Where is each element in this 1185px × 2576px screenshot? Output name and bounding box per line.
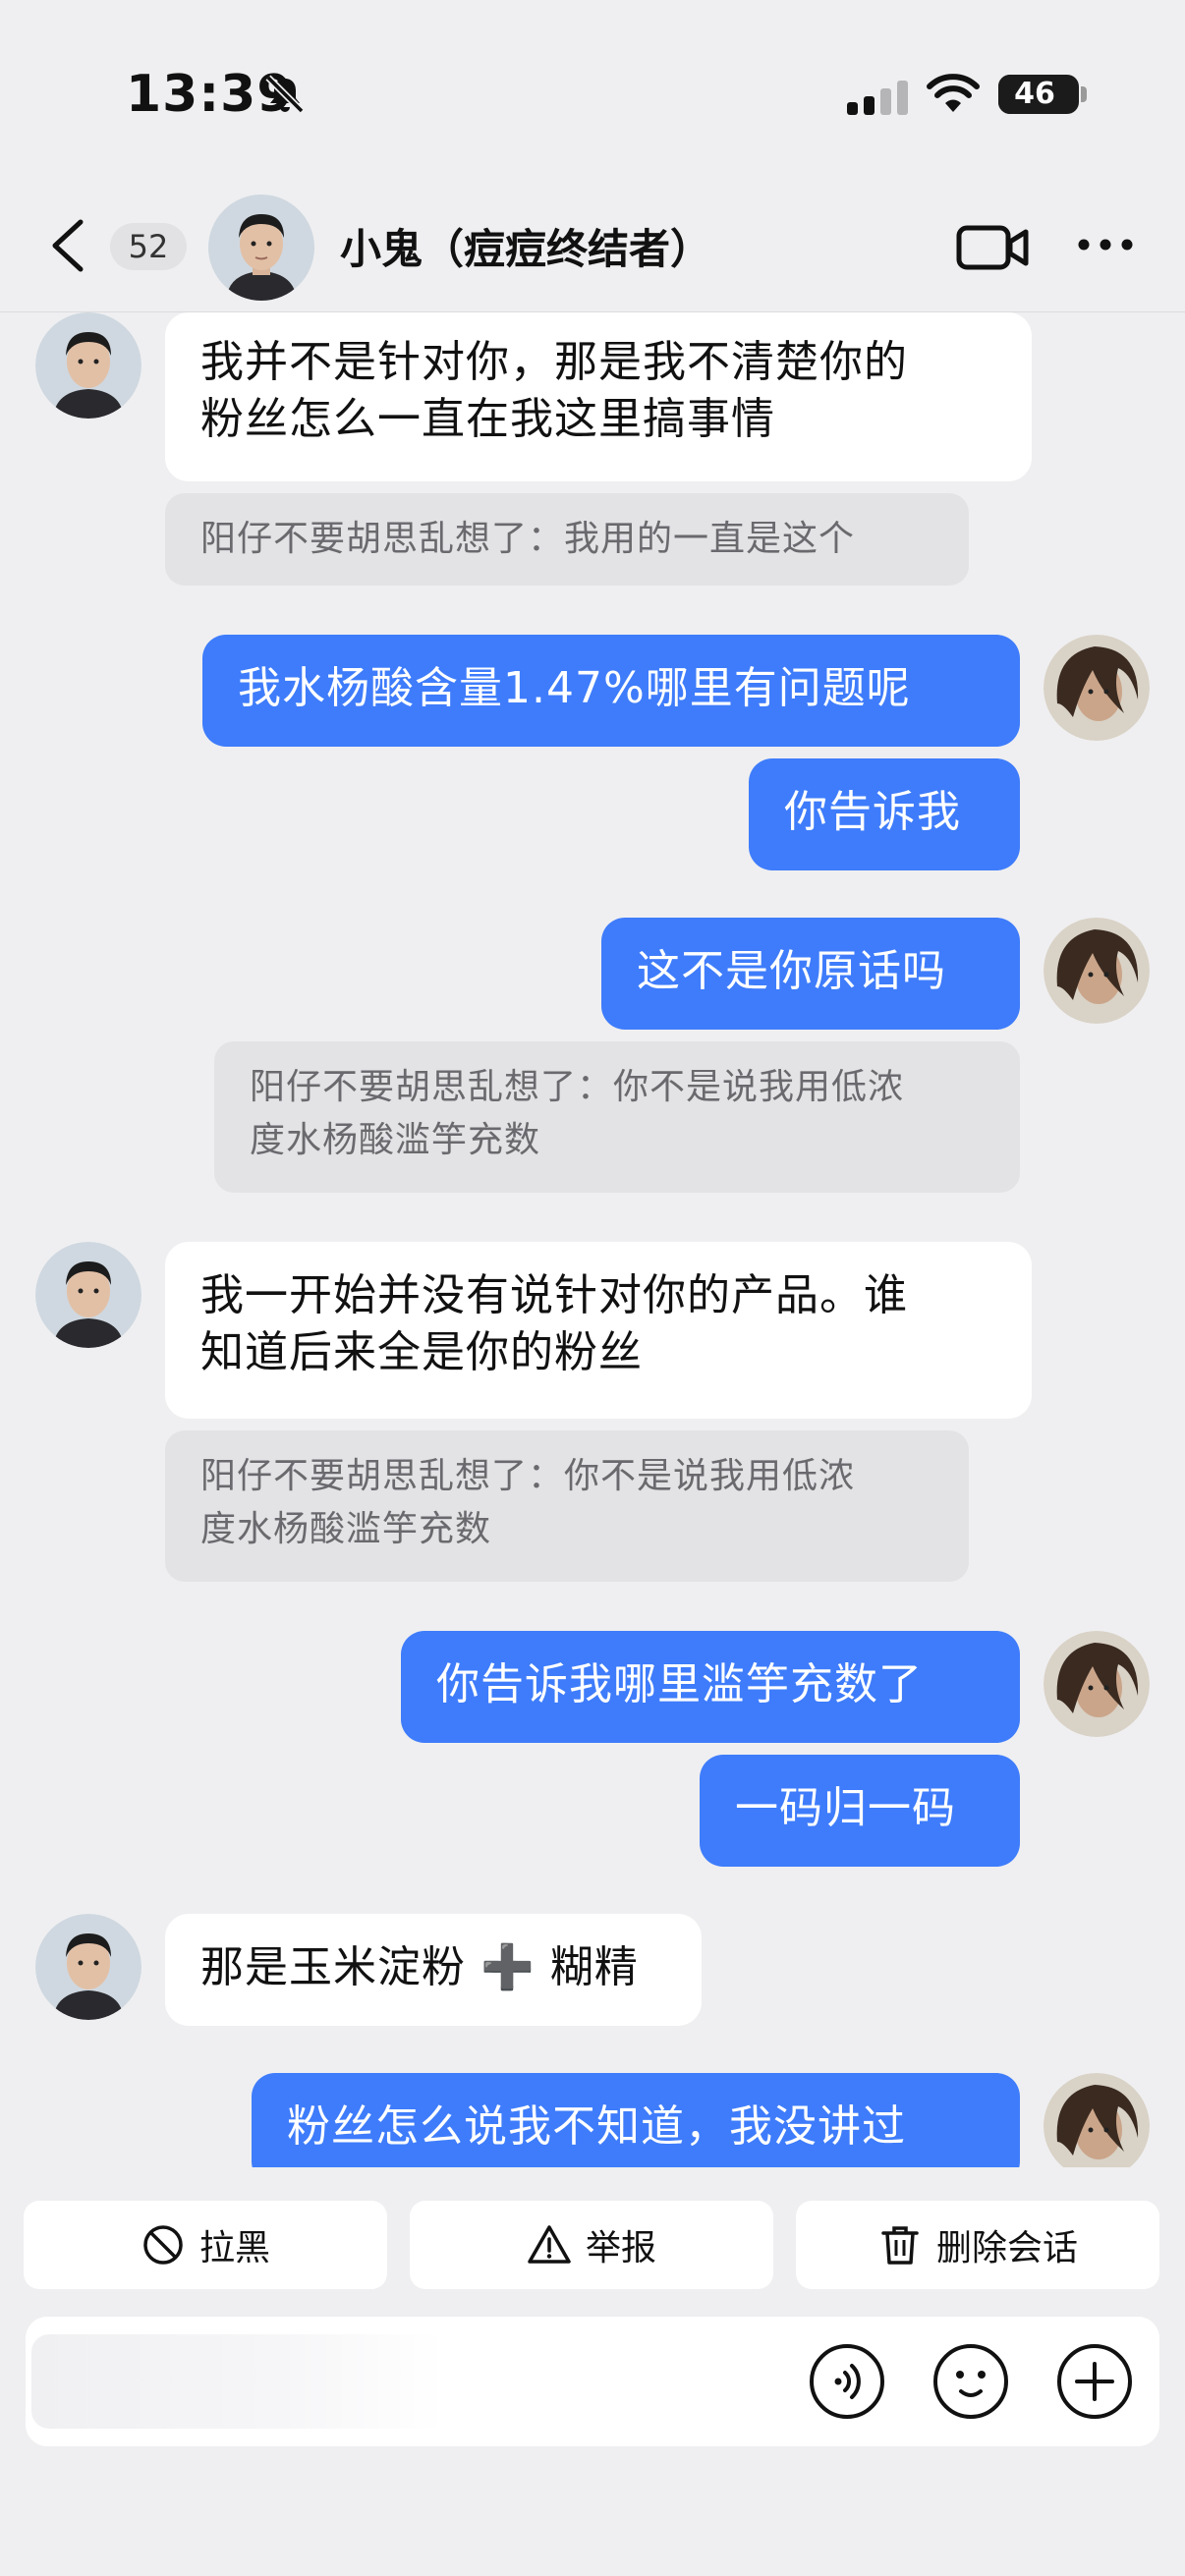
outgoing-message-bubble[interactable]: 粉丝怎么说我不知道，我没讲过 bbox=[252, 2073, 1020, 2167]
quote-line: 阳仔不要胡思乱想了：我用的一直是这个 bbox=[200, 519, 856, 559]
message-input-bar bbox=[26, 2317, 1159, 2446]
message-line: 你告诉我 bbox=[784, 787, 961, 837]
message-line: 粉丝怎么一直在我这里搞事情 bbox=[200, 394, 775, 444]
emoji-icon[interactable] bbox=[931, 2342, 1010, 2421]
signal-icon bbox=[847, 81, 908, 115]
quoted-message[interactable]: 阳仔不要胡思乱想了：你不是说我用低浓 度水杨酸滥竽充数 bbox=[214, 1041, 1020, 1193]
message-line: 一码归一码 bbox=[735, 1783, 956, 1833]
chat-screen: 13:39 46 52 小鬼（痘痘终结者） 我并不是针对你，那是我不清楚你的 粉… bbox=[0, 0, 1185, 2576]
outgoing-message-bubble[interactable]: 一码归一码 bbox=[700, 1755, 1020, 1867]
contact-message-avatar[interactable] bbox=[35, 1914, 141, 2020]
incoming-message-bubble[interactable]: 那是玉米淀粉 ➕ 糊精 bbox=[165, 1914, 702, 2026]
message-line: 我一开始并没有说针对你的产品。谁 bbox=[200, 1270, 908, 1320]
battery-percent: 46 bbox=[1014, 77, 1055, 111]
message-line: 知道后来全是你的粉丝 bbox=[200, 1327, 643, 1377]
back-chevron-icon[interactable] bbox=[47, 218, 88, 273]
delete-conversation-button[interactable]: 删除会话 bbox=[796, 2201, 1159, 2289]
quote-line: 度水杨酸滥竽充数 bbox=[250, 1120, 541, 1160]
incoming-message-bubble[interactable]: 我一开始并没有说针对你的产品。谁 知道后来全是你的粉丝 bbox=[165, 1242, 1032, 1419]
block-icon bbox=[143, 2225, 183, 2265]
block-button[interactable]: 拉黑 bbox=[24, 2201, 387, 2289]
block-label: 拉黑 bbox=[198, 2228, 270, 2268]
chat-header: 52 小鬼（痘痘终结者） bbox=[0, 177, 1185, 312]
quoted-message[interactable]: 阳仔不要胡思乱想了：我用的一直是这个 bbox=[165, 493, 969, 586]
message-line: 我并不是针对你，那是我不清楚你的 bbox=[200, 337, 908, 387]
outgoing-message-bubble[interactable]: 你告诉我哪里滥竽充数了 bbox=[401, 1631, 1020, 1743]
report-button[interactable]: 举报 bbox=[410, 2201, 773, 2289]
quote-line: 阳仔不要胡思乱想了：你不是说我用低浓 bbox=[250, 1067, 905, 1107]
outgoing-message-bubble[interactable]: 你告诉我 bbox=[749, 758, 1020, 870]
message-input[interactable] bbox=[26, 2317, 812, 2446]
contact-message-avatar[interactable] bbox=[35, 1242, 141, 1348]
message-line: 我水杨酸含量1.47%哪里有问题呢 bbox=[238, 663, 911, 713]
message-list[interactable]: 我并不是针对你，那是我不清楚你的 粉丝怎么一直在我这里搞事情 阳仔不要胡思乱想了… bbox=[0, 312, 1185, 2167]
quote-line: 度水杨酸滥竽充数 bbox=[200, 1509, 492, 1549]
message-line: 那是玉米淀粉 ➕ 糊精 bbox=[200, 1942, 639, 1992]
my-avatar[interactable] bbox=[1044, 635, 1150, 741]
trash-icon bbox=[881, 2226, 919, 2265]
report-label: 举报 bbox=[585, 2228, 656, 2268]
quote-line: 阳仔不要胡思乱想了：你不是说我用低浓 bbox=[200, 1456, 856, 1496]
voice-icon[interactable] bbox=[808, 2342, 886, 2421]
battery-indicator: 46 bbox=[998, 75, 1079, 114]
message-line: 这不是你原话吗 bbox=[637, 946, 946, 996]
contact-avatar[interactable] bbox=[208, 195, 314, 301]
my-avatar[interactable] bbox=[1044, 1631, 1150, 1737]
warning-icon bbox=[528, 2225, 571, 2264]
contact-name: 小鬼（痘痘终结者） bbox=[340, 225, 712, 273]
outgoing-message-bubble[interactable]: 我水杨酸含量1.47%哪里有问题呢 bbox=[202, 635, 1020, 747]
status-bar: 13:39 46 bbox=[0, 0, 1185, 177]
wifi-icon bbox=[927, 74, 980, 112]
battery-cap bbox=[1081, 86, 1087, 102]
bell-muted-icon bbox=[265, 75, 305, 114]
video-call-icon[interactable] bbox=[955, 220, 1030, 275]
more-options-icon[interactable] bbox=[1075, 222, 1136, 267]
my-avatar[interactable] bbox=[1044, 918, 1150, 1024]
my-avatar[interactable] bbox=[1044, 2073, 1150, 2167]
delete-conversation-label: 删除会话 bbox=[935, 2228, 1078, 2268]
unread-count-badge[interactable]: 52 bbox=[110, 223, 187, 270]
action-bar: 拉黑 举报 删除会话 bbox=[0, 2167, 1185, 2295]
quoted-message[interactable]: 阳仔不要胡思乱想了：你不是说我用低浓 度水杨酸滥竽充数 bbox=[165, 1430, 969, 1582]
incoming-message-bubble[interactable]: 我并不是针对你，那是我不清楚你的 粉丝怎么一直在我这里搞事情 bbox=[165, 312, 1032, 481]
plus-icon[interactable] bbox=[1055, 2342, 1134, 2421]
outgoing-message-bubble[interactable]: 这不是你原话吗 bbox=[601, 918, 1020, 1030]
message-line: 粉丝怎么说我不知道，我没讲过 bbox=[287, 2101, 906, 2152]
message-line: 你告诉我哪里滥竽充数了 bbox=[436, 1659, 923, 1709]
contact-message-avatar[interactable] bbox=[35, 312, 141, 419]
